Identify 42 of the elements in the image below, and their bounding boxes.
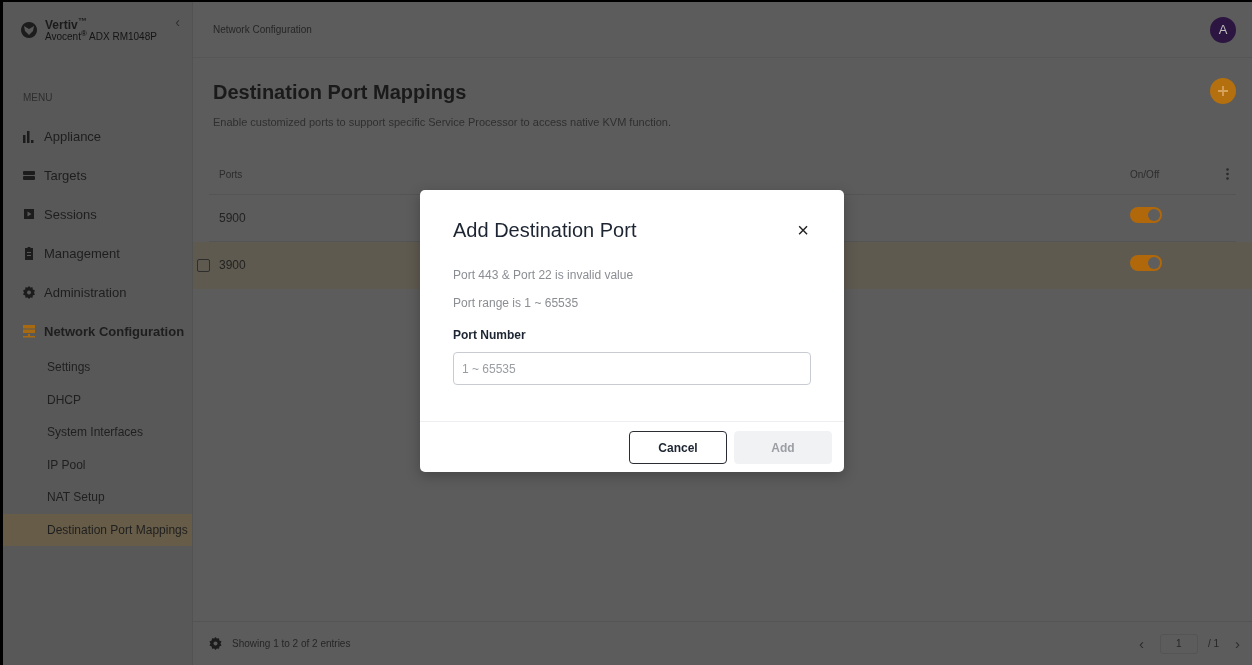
plus-icon (1217, 85, 1229, 97)
add-button[interactable] (1210, 78, 1236, 104)
product-name: Avocent$^{®}$ ADX RM1048P (45, 30, 157, 42)
previous-page-button[interactable]: ‹ (1132, 636, 1150, 651)
submenu-item[interactable]: IP Pool (3, 448, 192, 481)
sidebar-item[interactable]: Targets (3, 156, 192, 195)
toggle-switch[interactable] (1130, 207, 1162, 224)
sidebar-item[interactable]: Management (3, 234, 192, 273)
table-cell-text: 3900 (219, 257, 246, 275)
row-checkbox[interactable] (197, 258, 210, 272)
logo-icon (21, 22, 37, 38)
port-number-field[interactable]: 1 ~ 65535 (453, 352, 811, 385)
more-options-icon[interactable] (1225, 168, 1229, 180)
submenu-item[interactable]: NAT Setup (3, 481, 192, 514)
brand-name: Vertiv$^{™}$ (45, 18, 88, 31)
sidebar-item[interactable]: Sessions (3, 195, 192, 234)
next-page-button[interactable]: › (1229, 636, 1246, 651)
hint-text: Port 443 & Port 22 is invalid value (453, 267, 635, 284)
submenu-item[interactable]: Destination Port Mappings (3, 513, 192, 546)
bar-chart-icon (23, 130, 35, 143)
collapse-button[interactable]: ‹ (175, 12, 180, 33)
hint-text: Port range is 1 ~ 65535 (453, 295, 580, 312)
dialog-title: Add Destination Port (453, 218, 637, 242)
clipboard-icon (23, 247, 35, 260)
sidebar-item[interactable]: Appliance (3, 117, 192, 156)
submenu-item[interactable]: DHCP (3, 383, 192, 416)
server-stack-icon (23, 325, 35, 338)
page-title: Destination Port Mappings (213, 80, 468, 104)
user-avatar[interactable]: A (1210, 16, 1236, 43)
submenu-item[interactable]: Settings (3, 351, 192, 384)
settings-icon[interactable] (209, 637, 222, 650)
server-icon (23, 169, 35, 182)
toggle-switch[interactable] (1130, 254, 1162, 271)
table-cell-text: 5900 (219, 209, 246, 227)
gear-icon (23, 286, 35, 299)
submenu-item[interactable]: System Interfaces (3, 416, 192, 449)
cancel-button[interactable]: Cancel (629, 431, 727, 464)
sidebar-item[interactable]: Network Configuration (3, 312, 192, 351)
field-label: Port Number (453, 327, 527, 344)
close-button[interactable]: × (795, 220, 811, 240)
sidebar-item[interactable]: Administration (3, 273, 192, 312)
play-icon (23, 208, 35, 221)
